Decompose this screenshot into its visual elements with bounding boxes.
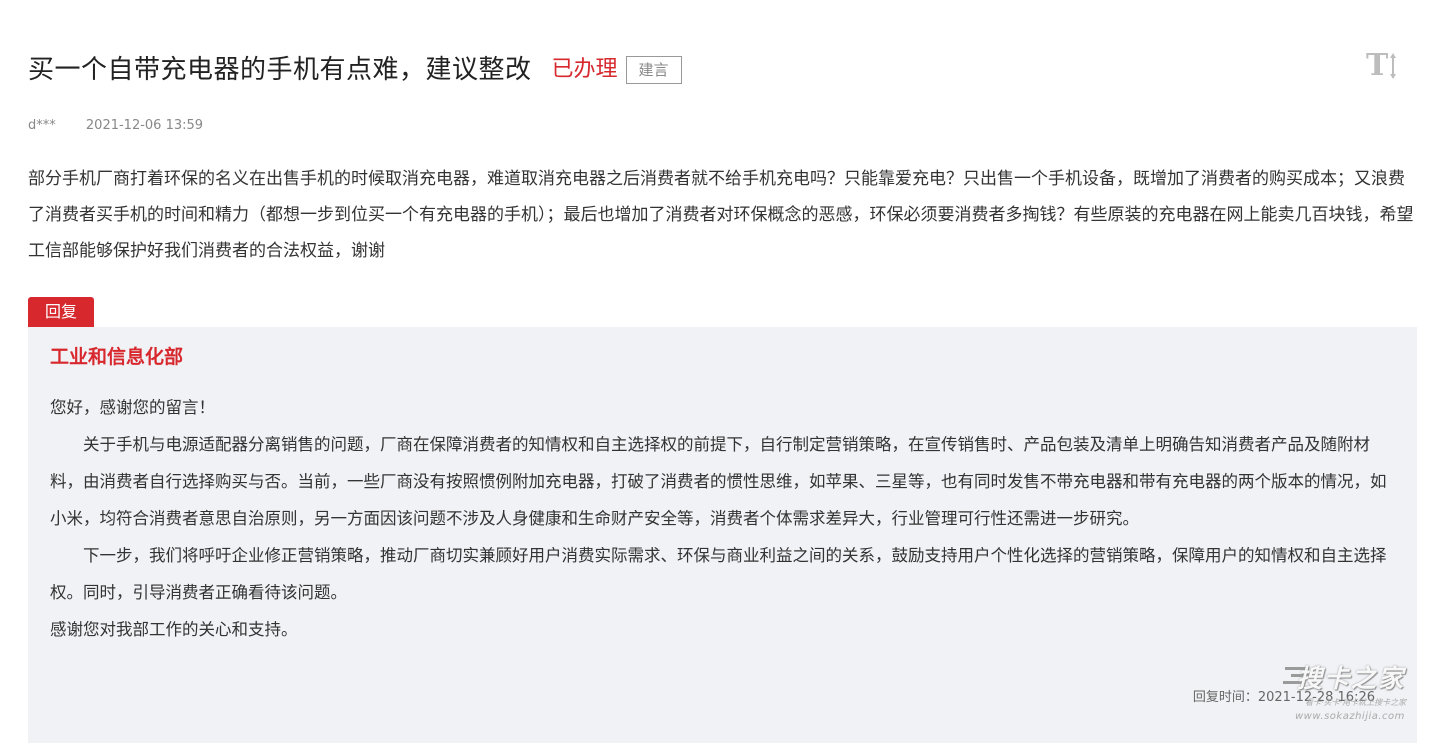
reply-department: 工业和信息化部 — [50, 346, 184, 368]
reply-content: 您好，感谢您的留言！ 关于手机与电源适配器分离销售的问题，厂商在保障消费者的知情… — [50, 389, 1395, 648]
reply-greeting: 您好，感谢您的留言！ — [50, 398, 215, 417]
title-row: 买一个自带充电器的手机有点难，建议整改 已办理 建言 — [28, 52, 682, 88]
status-label: 已办理 — [551, 57, 618, 82]
page-title: 买一个自带充电器的手机有点难，建议整改 — [28, 55, 532, 85]
reply-paragraph: 关于手机与电源适配器分离销售的问题，厂商在保障消费者的知情权和自主选择权的前提下… — [50, 435, 1387, 528]
font-size-icon: T — [1366, 48, 1389, 83]
message-content: 部分手机厂商打着环保的名义在出售手机的时候取消充电器，难道取消充电器之后消费者就… — [28, 169, 1414, 261]
post-datetime: 2021-12-06 13:59 — [85, 118, 204, 133]
reply-paragraph: 下一步，我们将呼吁企业修正营销策略，推动厂商切实兼顾好用户消费实际需求、环保与商… — [50, 546, 1387, 602]
page: 买一个自带充电器的手机有点难，建议整改 已办理 建言 T d*** 2021-1… — [0, 0, 1440, 756]
reply-box: 工业和信息化部 您好，感谢您的留言！ 关于手机与电源适配器分离销售的问题，厂商在… — [28, 327, 1417, 743]
reply-label: 回复 — [28, 297, 94, 327]
font-size-toggle-button[interactable]: T — [1366, 48, 1404, 84]
post-meta: d*** 2021-12-06 13:59 — [28, 118, 203, 133]
reply-time: 回复时间：2021-12-28 16:26 — [1192, 690, 1375, 705]
author-name: d*** — [28, 118, 56, 133]
category-tag: 建言 — [625, 56, 682, 84]
up-down-arrow-icon — [1390, 53, 1397, 79]
reply-closing: 感谢您对我部工作的关心和支持。 — [50, 620, 298, 639]
